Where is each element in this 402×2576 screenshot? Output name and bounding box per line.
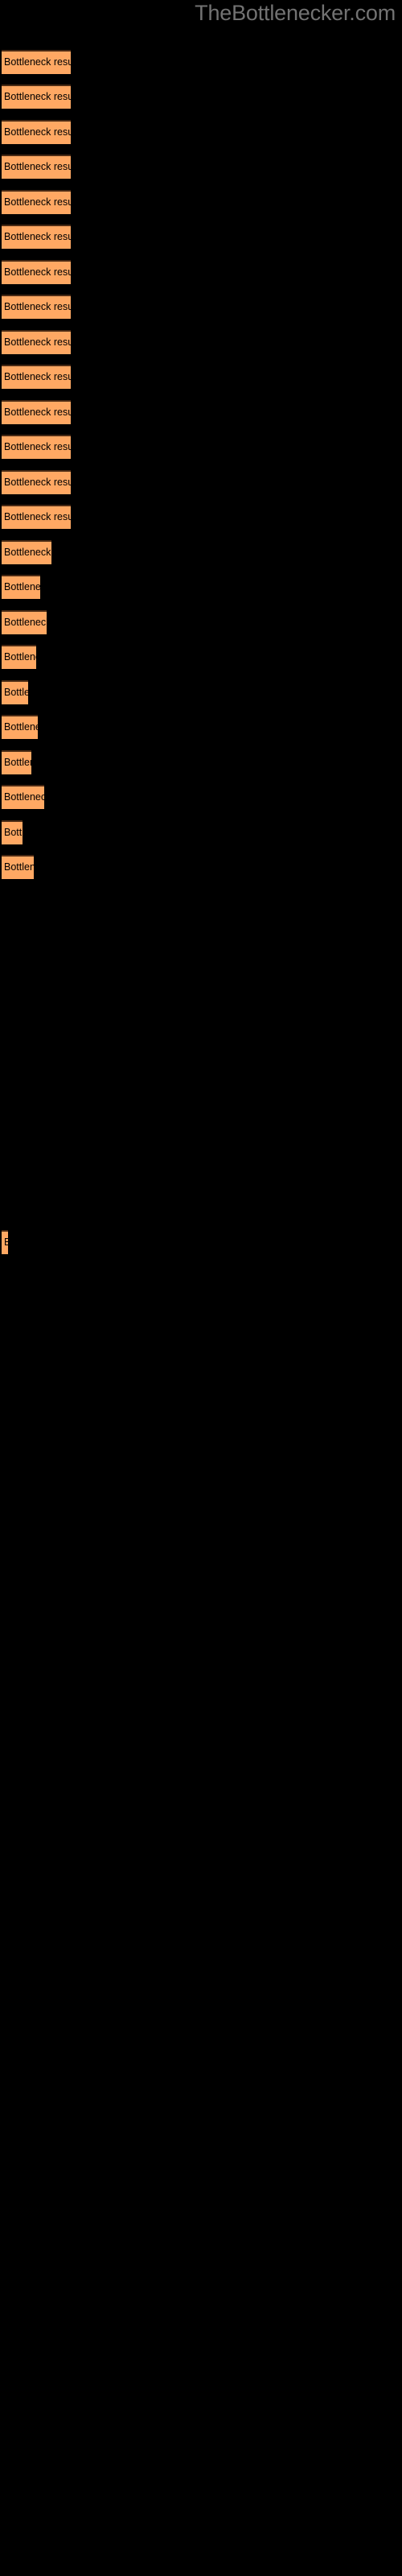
bar-label: Bottleneck result [4, 687, 28, 698]
bar-label: Bottleneck result [4, 477, 71, 488]
bar-row: Bottleneck result [2, 120, 71, 144]
bar-row: Bottleneck result [2, 295, 71, 319]
bar-label: Bottleneck result [4, 827, 23, 838]
bar-row: Bottleneck result [2, 820, 23, 844]
bar-row: Bottleneck result [2, 155, 71, 179]
bar-label: Bottleneck result [4, 407, 71, 418]
bar-row: Bottleneck result [2, 715, 38, 739]
bar-label: Bottleneck result [4, 757, 31, 768]
bar-label: Bottleneck result [4, 231, 71, 242]
bar-label: Bottleneck result [4, 196, 71, 208]
bar-label: Bottleneck result [4, 161, 71, 172]
bar-label: Bottleneck result [4, 301, 71, 312]
bar-label: Bottleneck result [4, 547, 51, 558]
bar-row: Bottleneck result [2, 260, 71, 284]
bar-row: Bottleneck result [2, 400, 71, 424]
bar-label: Bottleneck result [4, 861, 34, 873]
bar-label: Bottleneck result [4, 511, 71, 522]
bar-label: Bottleneck result [4, 791, 44, 803]
bars-layer: Bottleneck result Bottleneck result Bottle… [0, 0, 402, 2576]
bar-row: Bottleneck result [2, 855, 34, 879]
bar-row: Bottleneck result [2, 1230, 8, 1254]
bar-row: Bottleneck result [2, 435, 71, 459]
bar-label: Bottleneck result [4, 1236, 8, 1248]
bar-row: Bottleneck result [2, 645, 36, 669]
bar-label: Bottleneck result [4, 581, 40, 592]
bar-label: Bottleneck result [4, 371, 71, 382]
bar-label: Bottleneck result [4, 651, 36, 663]
bar-chart-canvas: TheBottlenecker.com Bottleneck resultBot… [0, 0, 402, 2576]
bar-row: Bottleneck result [2, 575, 40, 599]
bar-row: Bottleneck result [2, 190, 71, 214]
bar-row: Bottleneck result [2, 50, 71, 74]
bar-row: Bottleneck result [2, 785, 44, 809]
bar-label: Bottleneck result [4, 91, 71, 102]
bar-label: Bottleneck result [4, 126, 71, 138]
bar-row: Bottleneck result [2, 610, 47, 634]
bar-row: Bottleneck result [2, 505, 71, 529]
bar-row: Bottleneck result [2, 225, 71, 249]
bar-row: Bottleneck result [2, 330, 71, 354]
bar-label: Bottleneck result [4, 266, 71, 278]
bar-row: Bottleneck result [2, 85, 71, 109]
bar-label: Bottleneck result [4, 441, 71, 452]
bar-label: Bottleneck result [4, 56, 71, 68]
bar-label: Bottleneck result [4, 721, 38, 733]
bar-row: Bottleneck result [2, 680, 28, 704]
bar-row: Bottleneck result [2, 470, 71, 494]
bar-row: Bottleneck result [2, 365, 71, 389]
bar-label: Bottleneck result [4, 336, 71, 348]
bar-row: Bottleneck result [2, 540, 51, 564]
bar-row: Bottleneck result [2, 750, 31, 774]
bar-label: Bottleneck result [4, 617, 47, 628]
